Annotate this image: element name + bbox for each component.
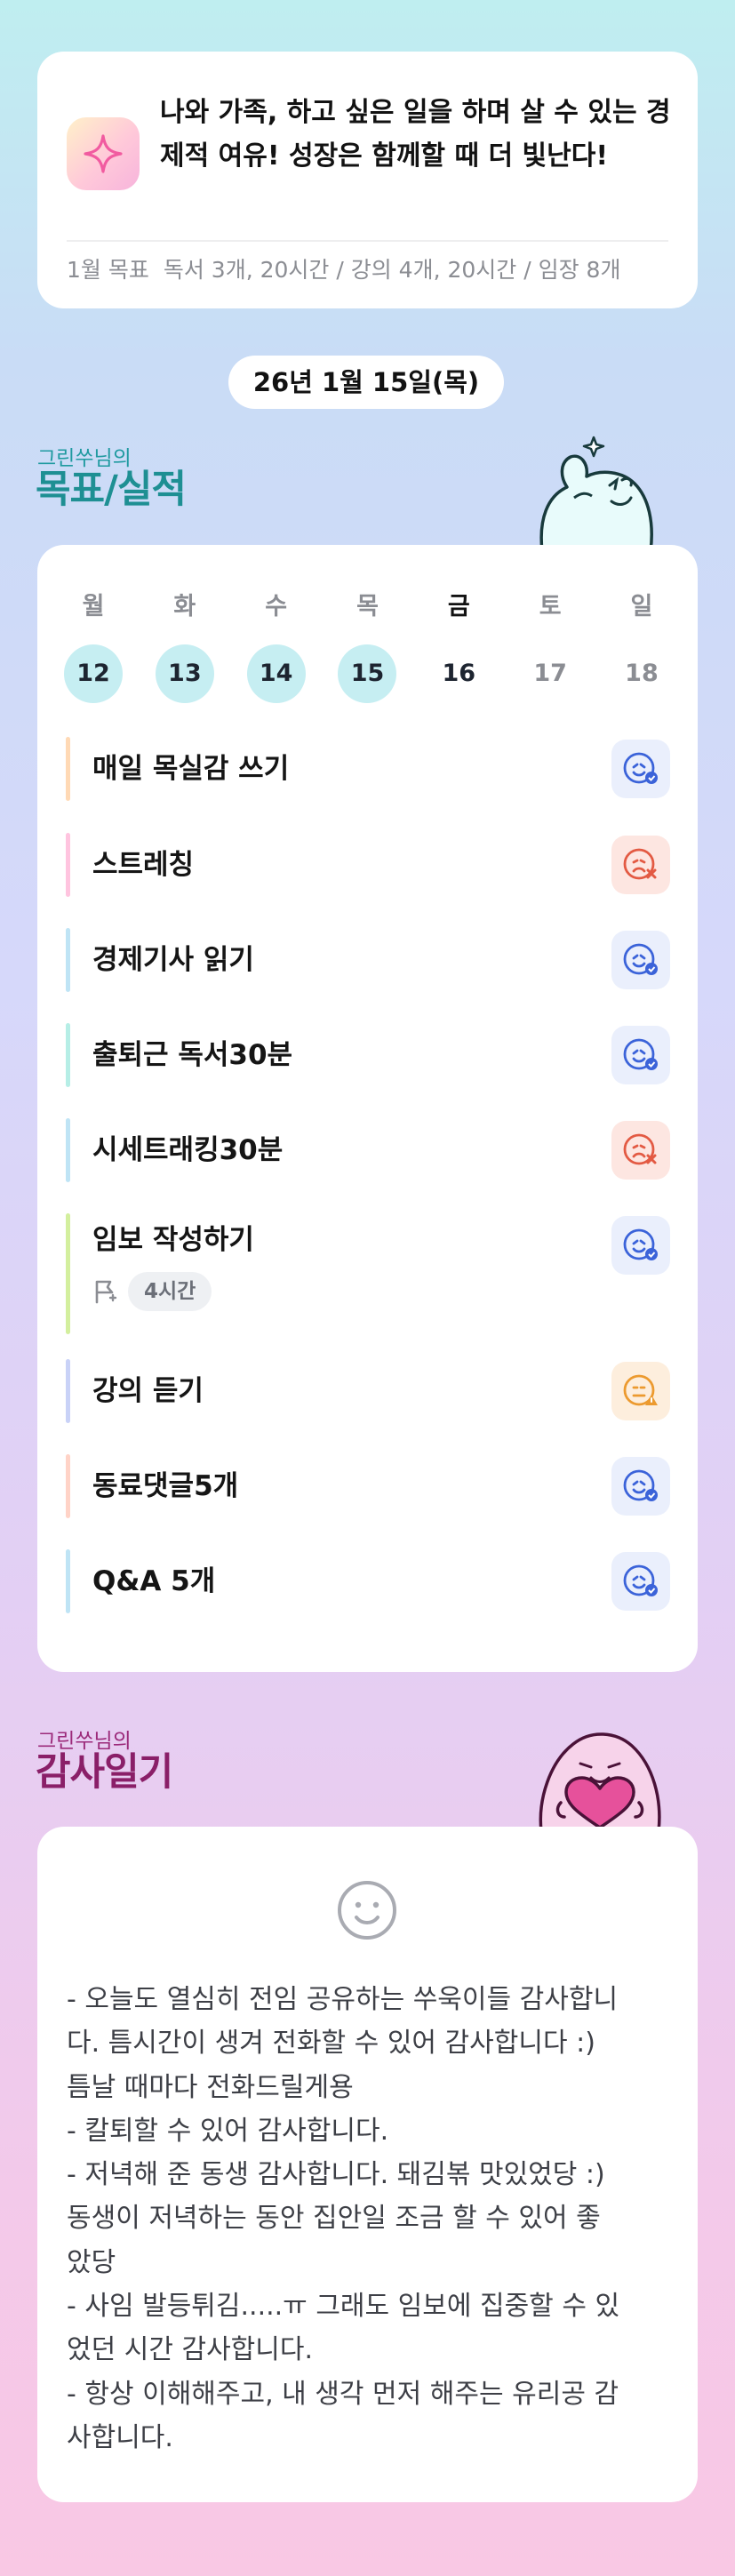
goal-color-bar	[66, 928, 70, 992]
month-label: 1월 목표	[67, 257, 149, 283]
divider	[67, 240, 668, 242]
goal-color-bar	[66, 1549, 70, 1613]
day-thu[interactable]: 목 15	[336, 589, 398, 703]
day-name: 목	[356, 593, 379, 620]
status-done-button[interactable]	[611, 740, 670, 798]
time-chip: 4시간	[128, 1272, 212, 1311]
waving-character-icon	[539, 436, 653, 551]
goal-color-bar	[66, 833, 70, 897]
goal-color-bar	[66, 1213, 70, 1334]
goal-time-row: 4시간	[92, 1272, 212, 1311]
gratitude-line: - 사임 발등튀김.....ㅠ 그래도 임보에 집중할 수 있	[67, 2291, 620, 2323]
day-sat[interactable]: 토 17	[519, 589, 581, 703]
day-number: 15	[338, 644, 397, 703]
gratitude-line: - 저녁해 준 동생 감사합니다. 돼김볶 맛있었당 :)	[67, 2159, 605, 2191]
gratitude-card: - 오늘도 열심히 전임 공유하는 쑤욱이들 감사합니 다. 틈시간이 생겨 전…	[37, 1827, 698, 2502]
goal-label: 스트레칭	[92, 849, 195, 881]
flag-icon	[95, 1280, 117, 1304]
smile-check-icon	[623, 1228, 658, 1260]
goals-card: 월 12 화 13 수 14 목 15 금 16 토 17 일 18 매일 목실…	[37, 545, 698, 1672]
smile-check-icon	[623, 1564, 658, 1596]
smile-outline-icon	[338, 1881, 396, 1940]
goal-label: 동료댓글5개	[92, 1470, 239, 1502]
heart-hugging-character-icon	[539, 1732, 661, 1831]
goal-label: 강의 듣기	[92, 1375, 204, 1407]
gratitude-line: 었던 시간 감사합니다.	[67, 2334, 314, 2366]
day-number: 16	[442, 660, 476, 687]
goal-color-bar	[66, 737, 70, 801]
status-done-button[interactable]	[611, 1457, 670, 1516]
gratitude-line: - 항상 이해해주고, 내 생각 먼저 해주는 유리공 감	[67, 2378, 619, 2410]
day-name: 월	[82, 593, 105, 620]
smile-check-icon	[623, 943, 658, 975]
status-done-button[interactable]	[611, 1216, 670, 1275]
status-done-button[interactable]	[611, 1026, 670, 1084]
day-number: 17	[533, 660, 567, 687]
status-done-button[interactable]	[611, 1552, 670, 1611]
smile-check-icon	[623, 752, 658, 784]
day-name: 토	[539, 593, 562, 620]
status-partial-button[interactable]	[611, 1362, 670, 1420]
gratitude-line: - 칼퇴할 수 있어 감사합니다.	[67, 2115, 389, 2147]
goal-color-bar	[66, 1454, 70, 1518]
goal-label: 시세트래킹30분	[92, 1134, 284, 1166]
gratitude-line: 동생이 저녁하는 동안 집안일 조금 할 수 있어 좋	[67, 2203, 601, 2235]
goal-label: 경제기사 읽기	[92, 944, 254, 976]
smile-check-icon	[623, 1038, 658, 1070]
goal-color-bar	[66, 1118, 70, 1182]
day-number: 18	[625, 660, 659, 687]
week-strip: 월 12 화 13 수 14 목 15 금 16 토 17 일 18	[62, 589, 673, 703]
smile-check-icon	[623, 1469, 658, 1501]
sad-x-icon	[623, 848, 657, 880]
day-wed[interactable]: 수 14	[245, 589, 308, 703]
meh-warning-icon	[623, 1374, 658, 1406]
day-fri[interactable]: 금 16	[427, 589, 490, 703]
sparkle-icon	[67, 117, 140, 190]
status-failed-button[interactable]	[611, 836, 670, 894]
day-number: 12	[64, 644, 123, 703]
goal-label: 출퇴근 독서30분	[92, 1039, 293, 1071]
motto-text: 나와 가족, 하고 싶은 일을 하며 살 수 있는 경제적 여유! 성장은 함께…	[160, 97, 671, 172]
day-name: 일	[630, 593, 653, 620]
day-name: 수	[265, 593, 288, 620]
day-mon[interactable]: 월 12	[62, 589, 124, 703]
goal-label: Q&A 5개	[92, 1565, 216, 1597]
day-name: 화	[173, 593, 196, 620]
gratitude-line: - 오늘도 열심히 전임 공유하는 쑤욱이들 감사합니	[67, 1984, 619, 2015]
day-number: 13	[155, 644, 214, 703]
gratitude-text[interactable]: - 오늘도 열심히 전임 공유하는 쑤욱이들 감사합니 다. 틈시간이 생겨 전…	[67, 1978, 675, 2460]
gratitude-line: 다. 틈시간이 생겨 전화할 수 있어 감사합니다 :)	[67, 2028, 595, 2060]
day-name: 금	[447, 593, 470, 620]
day-tue[interactable]: 화 13	[154, 589, 216, 703]
gratitude-line: 았당	[67, 2246, 116, 2278]
gratitude-section-title: 감사일기	[36, 1750, 173, 1795]
day-number: 14	[246, 644, 306, 703]
sad-x-icon	[623, 1133, 657, 1165]
gratitude-line: 사합니다.	[67, 2421, 173, 2453]
gratitude-line: 틈날 때마다 전화드릴게용	[67, 2071, 354, 2103]
goal-label: 임보 작성하기	[92, 1224, 254, 1256]
goal-label: 매일 목실감 쓰기	[92, 753, 290, 785]
date-pill[interactable]: 26년 1월 15일(목)	[228, 356, 504, 409]
goal-color-bar	[66, 1359, 70, 1423]
month-goal-summary: 1월 목표 독서 3개, 20시간 / 강의 4개, 20시간 / 임장 8개	[67, 252, 669, 288]
goal-color-bar	[66, 1023, 70, 1087]
status-done-button[interactable]	[611, 931, 670, 989]
day-sun[interactable]: 일 18	[611, 589, 673, 703]
month-goals: 독서 3개, 20시간 / 강의 4개, 20시간 / 임장 8개	[163, 257, 621, 283]
status-failed-button[interactable]	[611, 1121, 670, 1180]
goal-card[interactable]: 나와 가족, 하고 싶은 일을 하며 살 수 있는 경제적 여유! 성장은 함께…	[37, 52, 698, 308]
goals-section-title: 목표/실적	[36, 468, 187, 512]
